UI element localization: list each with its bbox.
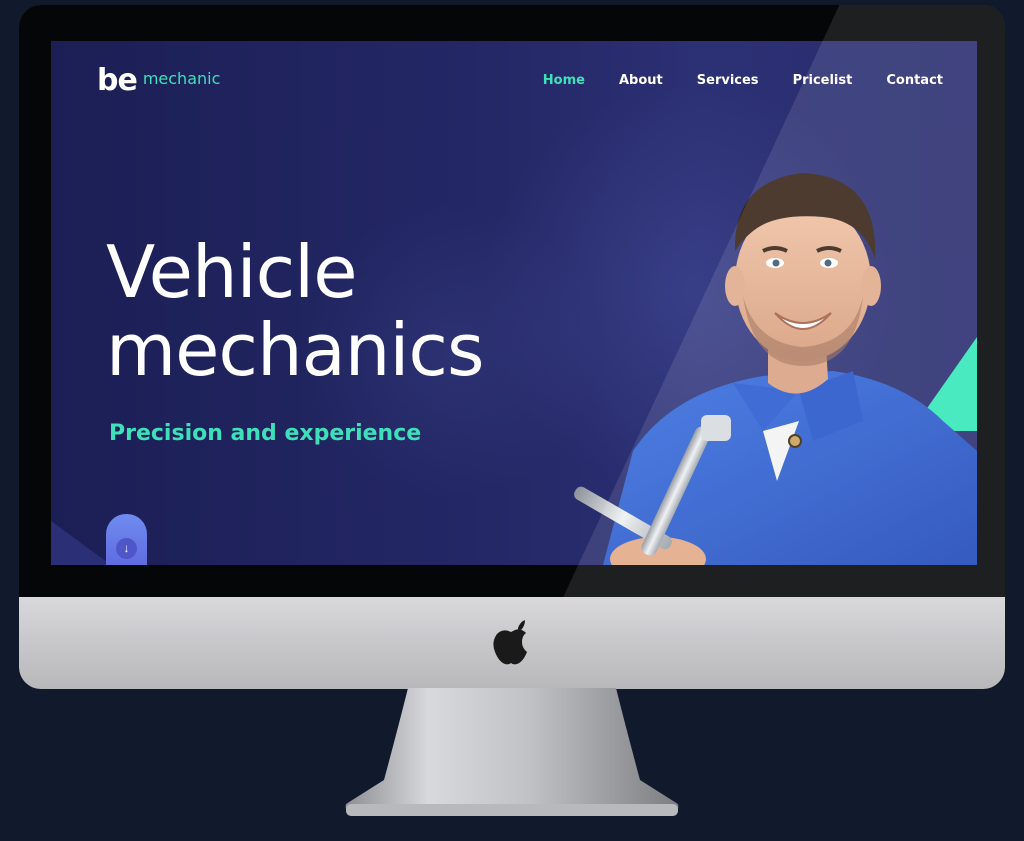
- nav-services[interactable]: Services: [697, 73, 759, 88]
- nav-about[interactable]: About: [619, 73, 663, 88]
- hero-title-line2: mechanics: [106, 308, 485, 392]
- nav-home[interactable]: Home: [543, 73, 585, 88]
- brand-be-text: be: [97, 63, 138, 98]
- imac-frame: be mechanic Home About Services Pricelis…: [19, 5, 1005, 689]
- mechanic-photo: [574, 173, 977, 565]
- hero-title-line1: Vehicle: [106, 230, 357, 314]
- main-nav: Home About Services Pricelist Contact: [543, 73, 943, 88]
- hero-subtitle: Precision and experience: [109, 421, 422, 446]
- arrow-down-icon: ↓: [116, 538, 137, 559]
- imac-stand: [345, 688, 679, 816]
- hero-title: Vehicle mechanics: [106, 233, 566, 389]
- corner-decoration: [51, 521, 111, 565]
- nav-pricelist[interactable]: Pricelist: [793, 73, 853, 88]
- apple-logo-icon: [493, 620, 527, 665]
- brand-mechanic-text: mechanic: [142, 69, 221, 88]
- brand-logo[interactable]: be mechanic: [97, 66, 220, 96]
- nav-contact[interactable]: Contact: [886, 73, 943, 88]
- scroll-down-button[interactable]: ↓: [106, 514, 147, 565]
- website-screen: be mechanic Home About Services Pricelis…: [51, 41, 977, 565]
- imac-chin: [19, 597, 1005, 689]
- top-navigation: be mechanic Home About Services Pricelis…: [51, 41, 977, 121]
